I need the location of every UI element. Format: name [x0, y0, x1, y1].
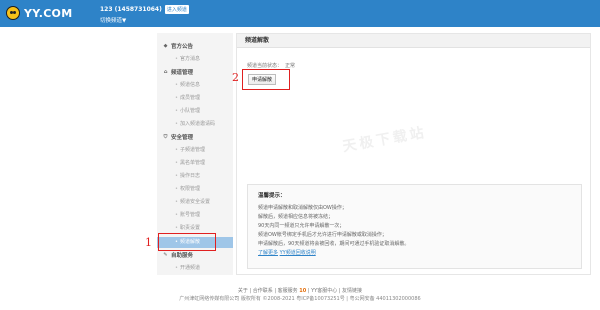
sidebar-item-operation-log[interactable]: 操作日志: [175, 172, 200, 179]
shield-icon: ⛉: [163, 134, 168, 140]
logo[interactable]: YY.COM: [6, 3, 72, 23]
sidebar-item-blacklist[interactable]: 黑名单管理: [175, 159, 205, 166]
annotation-box-step1: [158, 233, 216, 251]
user-name: 123 (1458731064): [100, 6, 162, 13]
learn-more-link[interactable]: 了解更多: [258, 250, 278, 256]
footer-links-right[interactable]: | YY客服中心 | 友情链接: [308, 288, 362, 294]
sidebar-item-permissions[interactable]: 权限管理: [175, 185, 200, 192]
home-icon: ⌂: [163, 69, 168, 75]
sidebar-item-channel-info[interactable]: 频道信息: [175, 81, 200, 88]
footer-highlight: 10: [299, 288, 307, 294]
tip-line: 频道申请解散和取消解散仅由OW操作；: [258, 205, 347, 211]
tip-line: 申请解散后，90天频道将会被回收，期间可通过手机验证取消解散。: [258, 241, 410, 247]
tip-line: 90天内同一频道只允许申请解散一次；: [258, 223, 345, 229]
enter-channel-button[interactable]: 进入频道: [164, 5, 189, 14]
yy-mascot-icon: [6, 6, 20, 20]
sidebar-item-squads[interactable]: 小队管理: [175, 107, 200, 114]
annotation-number-step1: 1: [145, 236, 152, 249]
channel-status: 频道当前状态： 正常: [247, 62, 295, 69]
page-title: 频道解散: [237, 34, 590, 48]
annotation-box-step2: [242, 69, 290, 90]
sidebar-section-channel[interactable]: ⌂ 频道管理: [163, 68, 193, 76]
top-bar: YY.COM 123 (1458731064) 进入频道 切换频道▼: [0, 0, 600, 27]
watermark: 天极下载站: [341, 124, 428, 156]
sidebar-section-self-service[interactable]: ✎ 自助服务: [163, 251, 193, 259]
tip-line: 解散后，频道相应信息将被冻结；: [258, 214, 334, 220]
sidebar-section-announcement[interactable]: ◆ 官方公告: [163, 42, 193, 50]
sidebar-item-subchannels[interactable]: 子频道管理: [175, 146, 205, 153]
recycle-guide-link[interactable]: YY频道回收说明: [280, 250, 316, 256]
sidebar-item-security-settings[interactable]: 频道安全设置: [175, 198, 210, 205]
annotation-number-step2: 2: [232, 71, 239, 84]
pencil-icon: ✎: [163, 252, 168, 258]
sidebar-item-open-channel[interactable]: 开通频道: [175, 264, 200, 271]
footer-copyright: 广州津虹网络传媒有限公司 版权所有 ©2008-2021 粤ICP备100732…: [179, 296, 421, 302]
announcement-icon: ◆: [163, 43, 168, 49]
tips-box: 温馨提示： 频道申请解散和取消解散仅由OW操作； 解散后，频道相应信息将被冻结；…: [247, 184, 582, 269]
sidebar-section-security[interactable]: ⛉ 安全管理: [163, 133, 193, 141]
footer-links: 关于 | 合作联系 | 客服服务 10 | YY客服中心 | 友情链接: [0, 287, 600, 294]
footer-links-left[interactable]: 关于 | 合作联系 | 客服服务: [238, 288, 298, 294]
sidebar-item-duties[interactable]: 职责设置: [175, 224, 200, 231]
sidebar-item-members[interactable]: 成员管理: [175, 94, 200, 101]
user-info: 123 (1458731064) 进入频道: [100, 5, 189, 14]
sidebar-item-official-news[interactable]: 官方消息: [175, 55, 200, 62]
sidebar-item-invite-code[interactable]: 加入频道邀请码: [175, 120, 215, 127]
logo-text: YY.COM: [24, 6, 73, 20]
switch-channel-dropdown[interactable]: 切换频道▼: [100, 16, 126, 24]
tip-line: 频道OW帐号绑定手机后才允许进行申请解散或取消操作；: [258, 232, 387, 238]
tips-title: 温馨提示：: [258, 193, 286, 199]
sidebar-item-accounts[interactable]: 账号管理: [175, 211, 200, 218]
